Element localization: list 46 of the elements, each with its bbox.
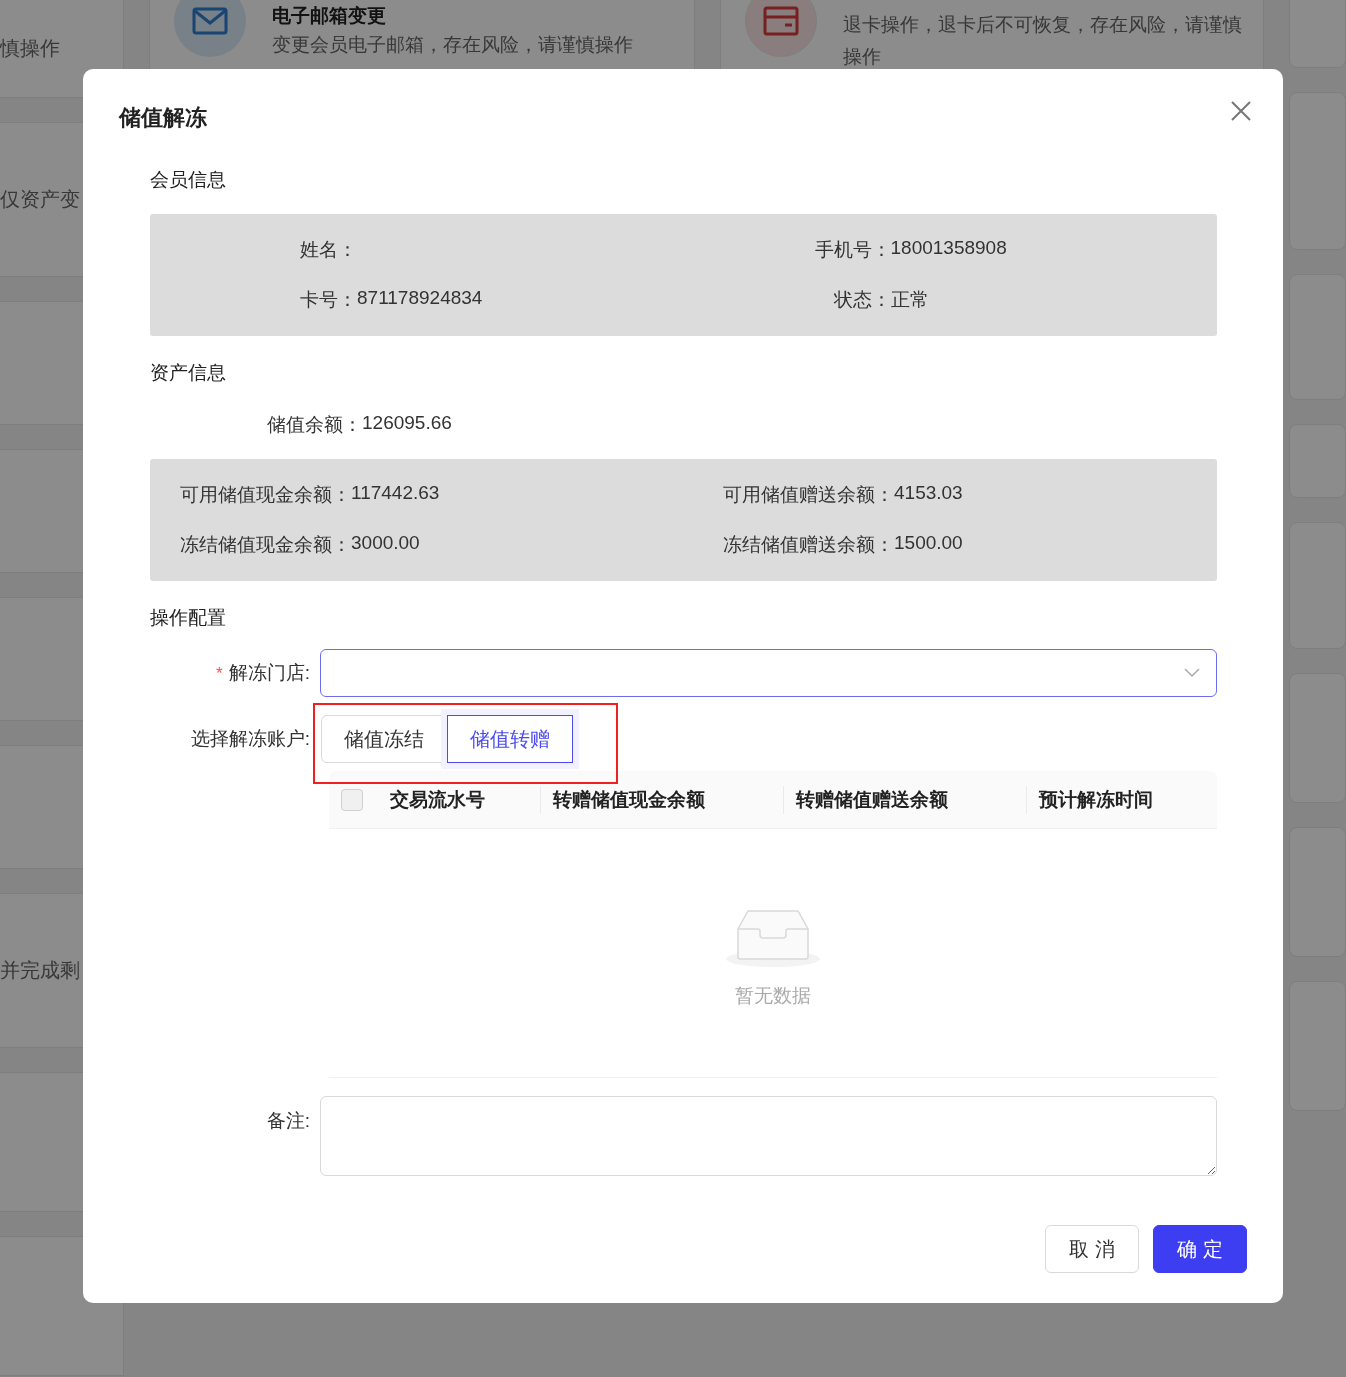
chevron-down-icon xyxy=(1184,668,1200,678)
empty-inbox-icon xyxy=(725,907,821,969)
field-value: 4153.03 xyxy=(894,482,963,505)
section-heading: 操作配置 xyxy=(150,606,227,630)
field-label: 姓名： xyxy=(299,238,357,262)
store-select[interactable] xyxy=(320,649,1217,697)
card-text: 仅资产变 xyxy=(0,187,80,212)
field-value: 3000.00 xyxy=(351,532,420,555)
close-icon[interactable] xyxy=(1229,99,1253,123)
card-description: 退卡操作，退卡后不可恢复，存在风险，请谨慎操作 xyxy=(842,13,1243,69)
field-label: 解冻门店: xyxy=(228,662,310,683)
field-label: 可用储值赠送余额： xyxy=(723,483,894,507)
field-value: 126095.66 xyxy=(362,412,452,435)
section-heading: 会员信息 xyxy=(150,168,227,192)
checkbox[interactable] xyxy=(341,788,363,811)
field-value: 18001358908 xyxy=(890,237,1007,258)
field-label: 状态： xyxy=(832,288,891,312)
card-text: 慎操作 xyxy=(0,36,60,61)
field-value: 正常 xyxy=(890,289,929,310)
field-label: 手机号： xyxy=(813,238,891,262)
cancel-button[interactable]: 取 消 xyxy=(1045,1225,1139,1273)
card-description: 变更会员电子邮箱，存在风险，请谨慎操作 xyxy=(272,33,634,57)
field-label: 冻结储值赠送余额： xyxy=(723,533,894,557)
dialog-title: 储值解冻 xyxy=(119,104,207,132)
column-header: 交易流水号 xyxy=(390,788,485,810)
field-label: 选择解冻账户: xyxy=(190,728,310,749)
field-label: 可用储值现金余额： xyxy=(180,483,351,507)
card-icon xyxy=(762,6,799,36)
empty-text: 暂无数据 xyxy=(735,984,811,1008)
field-label: 冻结储值现金余额： xyxy=(180,533,351,557)
column-header: 转赠储值现金余额 xyxy=(553,788,705,810)
card-title: 电子邮箱变更 xyxy=(272,4,388,28)
remark-field[interactable] xyxy=(320,1096,1217,1176)
column-header: 转赠储值赠送余额 xyxy=(796,788,948,810)
field-label: 卡号： xyxy=(299,288,357,312)
confirm-button[interactable]: 确 定 xyxy=(1153,1225,1247,1273)
field-value: 117442.63 xyxy=(351,482,440,505)
field-value: 871178924834 xyxy=(357,287,483,308)
section-heading: 资产信息 xyxy=(150,361,227,385)
field-label: 备注: xyxy=(266,1110,310,1131)
field-value: 1500.00 xyxy=(894,532,963,555)
required-mark: * xyxy=(216,664,223,683)
column-header: 预计解冻时间 xyxy=(1039,788,1153,810)
field-label: 储值余额： xyxy=(267,413,362,437)
card-text: 并完成剩 xyxy=(0,958,80,983)
envelope-icon xyxy=(192,7,229,35)
